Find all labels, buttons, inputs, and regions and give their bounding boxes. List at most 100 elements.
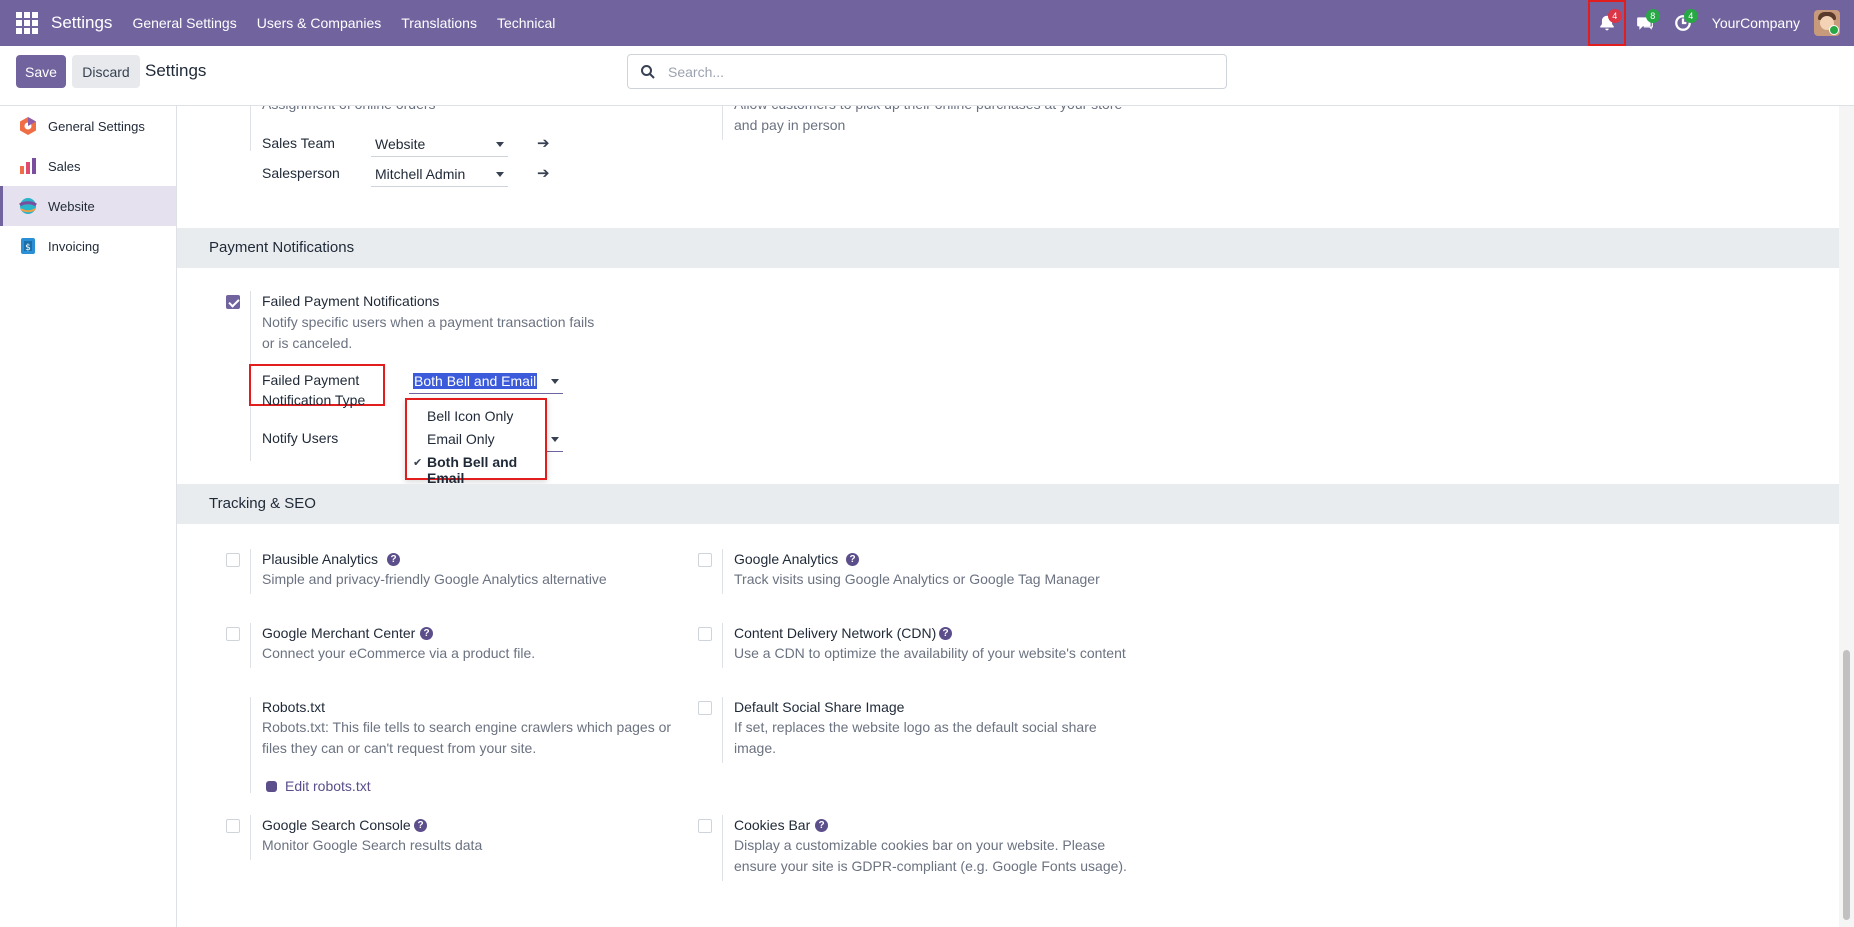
salesperson-value: Mitchell Admin — [375, 166, 466, 182]
merchant-center-checkbox[interactable] — [226, 627, 240, 641]
social-image-checkbox[interactable] — [698, 701, 712, 715]
company-switcher[interactable]: YourCompany — [1712, 15, 1800, 31]
cookies-bar-checkbox[interactable] — [698, 819, 712, 833]
chevron-down-icon — [551, 437, 559, 442]
divider — [250, 549, 251, 594]
menu-general-settings[interactable]: General Settings — [132, 15, 236, 31]
google-analytics-checkbox[interactable] — [698, 553, 712, 567]
menu-translations[interactable]: Translations — [401, 15, 477, 31]
search-console-desc: Monitor Google Search results data — [262, 837, 483, 853]
notification-type-label: Failed Payment Notification Type — [262, 372, 366, 408]
social-image-title: Default Social Share Image — [734, 699, 905, 715]
activities-button[interactable]: 4 — [1664, 0, 1702, 46]
general-settings-icon — [20, 117, 36, 135]
discard-button[interactable]: Discard — [72, 55, 140, 88]
divider — [722, 697, 723, 763]
divider — [250, 697, 251, 793]
search-bar — [627, 54, 1227, 89]
scrollbar[interactable] — [1839, 106, 1854, 927]
social-image-desc: If set, replaces the website logo as the… — [734, 719, 1097, 756]
salesperson-select[interactable]: Mitchell Admin — [371, 161, 508, 187]
cookies-bar-title: Cookies Bar — [734, 817, 811, 833]
apps-menu-icon[interactable] — [16, 12, 38, 34]
option-bell-icon-only[interactable]: Bell Icon Only — [427, 408, 513, 424]
notification-bell-button[interactable]: 4 — [1587, 0, 1626, 46]
robots-title: Robots.txt — [262, 699, 326, 715]
sidebar-item-website[interactable]: Website — [0, 186, 176, 226]
plausible-checkbox[interactable] — [226, 553, 240, 567]
help-icon[interactable]: ? — [414, 819, 427, 832]
option-email-only[interactable]: Email Only — [427, 431, 495, 447]
cdn-title: Content Delivery Network (CDN) — [734, 625, 937, 641]
search-console-title: Google Search Console — [262, 817, 411, 833]
help-icon[interactable]: ? — [815, 819, 828, 832]
invoicing-icon: $ — [21, 238, 35, 254]
assignment-desc: Assignment of online orders — [262, 106, 602, 115]
top-navbar: Settings General Settings Users & Compan… — [0, 0, 1854, 46]
plausible-title: Plausible Analytics — [262, 551, 378, 567]
control-panel: Save Discard Settings — [0, 46, 1854, 106]
cdn-desc: Use a CDN to optimize the availability o… — [734, 645, 1126, 661]
sidebar-item-general-settings[interactable]: General Settings — [0, 106, 176, 146]
svg-text:$: $ — [25, 243, 31, 253]
menu-users-companies[interactable]: Users & Companies — [257, 15, 382, 31]
page-title: Settings — [145, 61, 207, 80]
divider — [250, 623, 251, 668]
salesperson-label: Salesperson — [262, 165, 340, 181]
notification-type-select[interactable]: Both Bell and Email — [409, 368, 563, 394]
sidebar-item-label: Sales — [48, 158, 81, 174]
help-icon[interactable]: ? — [846, 553, 859, 566]
search-icon — [641, 64, 655, 79]
sales-team-label: Sales Team — [262, 135, 335, 151]
sales-icon — [20, 158, 36, 174]
internal-link-icon[interactable]: ➔ — [537, 134, 550, 152]
help-icon[interactable]: ? — [939, 627, 952, 640]
bell-badge: 4 — [1607, 9, 1622, 23]
sales-team-value: Website — [375, 136, 426, 152]
sales-team-select[interactable]: Website — [371, 131, 508, 157]
failed-payment-checkbox[interactable] — [226, 295, 240, 309]
android-icon — [266, 781, 277, 792]
robots-desc: Robots.txt: This file tells to search en… — [262, 719, 672, 756]
sidebar-item-invoicing[interactable]: $ Invoicing — [0, 226, 176, 266]
user-avatar[interactable] — [1814, 10, 1840, 36]
divider — [722, 549, 723, 594]
save-button[interactable]: Save — [16, 55, 66, 88]
notify-users-label: Notify Users — [262, 430, 339, 446]
help-icon[interactable]: ? — [420, 627, 433, 640]
website-icon — [19, 198, 37, 214]
failed-payment-desc: Notify specific users when a payment tra… — [262, 314, 595, 351]
divider — [250, 106, 251, 151]
sidebar-item-label: General Settings — [48, 118, 145, 134]
search-console-checkbox[interactable] — [226, 819, 240, 833]
chevron-down-icon — [551, 379, 559, 384]
pickup-desc: Allow customers to pick up their online … — [734, 106, 1122, 133]
cdn-checkbox[interactable] — [698, 627, 712, 641]
google-analytics-title: Google Analytics — [734, 551, 839, 567]
messages-button[interactable]: 8 — [1626, 0, 1664, 46]
sidebar-item-sales[interactable]: Sales — [0, 146, 176, 186]
divider — [250, 815, 251, 860]
divider — [722, 623, 723, 668]
divider — [722, 106, 723, 140]
activities-badge: 4 — [1683, 9, 1698, 23]
search-input[interactable] — [666, 62, 1206, 81]
option-both-bell-and-email[interactable]: Both Bell and Email — [427, 454, 545, 486]
plausible-desc: Simple and privacy-friendly Google Analy… — [262, 571, 607, 587]
chevron-down-icon — [496, 172, 504, 177]
divider — [722, 815, 723, 881]
app-brand[interactable]: Settings — [51, 13, 112, 33]
internal-link-icon[interactable]: ➔ — [537, 164, 550, 182]
menu-technical[interactable]: Technical — [497, 15, 555, 31]
google-analytics-desc: Track visits using Google Analytics or G… — [734, 571, 1100, 587]
help-icon[interactable]: ? — [387, 553, 400, 566]
section-payment-notifications: Payment Notifications — [177, 228, 1839, 268]
settings-content: Assignment of online orders Sales Team W… — [177, 106, 1839, 927]
cookies-bar-desc: Display a customizable cookies bar on yo… — [734, 837, 1127, 874]
section-tracking-seo: Tracking & SEO — [177, 484, 1839, 524]
messages-badge: 8 — [1645, 9, 1660, 23]
scrollbar-thumb[interactable] — [1843, 650, 1850, 920]
edit-robots-link[interactable]: Edit robots.txt — [285, 778, 371, 794]
notification-type-value: Both Bell and Email — [413, 373, 538, 389]
settings-sidebar: General Settings Sales Website $ Invoici… — [0, 106, 177, 927]
